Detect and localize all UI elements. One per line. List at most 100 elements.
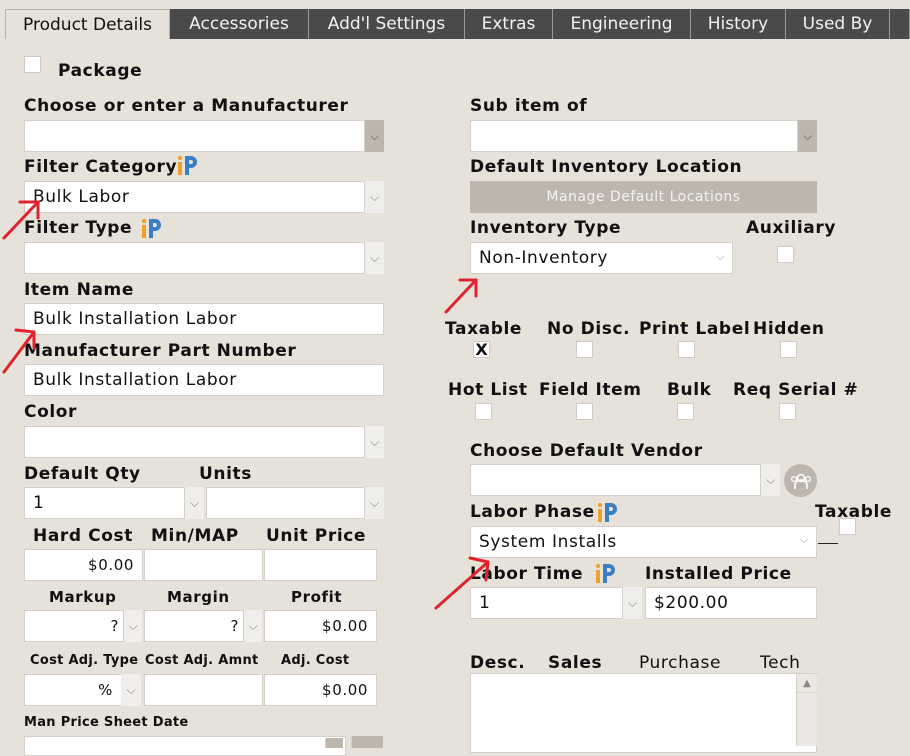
vendor-contacts-icon[interactable] (784, 464, 817, 497)
manufacturer-input[interactable] (24, 120, 366, 152)
filter-category-select[interactable]: Bulk Labor (24, 181, 366, 213)
bulk-check-label: Bulk (667, 380, 712, 400)
desc-tab-desc[interactable]: Desc. (470, 653, 525, 673)
taxable-checkbox[interactable]: X (473, 341, 490, 358)
markup-select[interactable]: ? (24, 610, 124, 642)
tab-addl-settings[interactable]: Add'l Settings (309, 9, 465, 39)
unit-price-input[interactable] (264, 549, 377, 581)
labor-time-dropdown-button[interactable]: ⌵ (622, 587, 642, 619)
ip-logo-icon (597, 502, 617, 522)
labor-phase-label: Labor Phase (470, 502, 595, 522)
default-inv-loc-label: Default Inventory Location (470, 157, 743, 177)
default-qty-label: Default Qty (24, 464, 141, 484)
margin-dropdown-button[interactable]: ⌵ (243, 610, 262, 642)
tab-overflow[interactable] (890, 9, 910, 39)
markup-label: Markup (49, 588, 117, 606)
color-label: Color (24, 402, 78, 422)
cost-adj-type-dropdown-button[interactable]: ⌵ (121, 674, 141, 706)
tab-history[interactable]: History (691, 9, 786, 39)
filter-type-label: Filter Type (24, 218, 133, 238)
mpn-input[interactable]: Bulk Installation Labor (24, 364, 384, 396)
no-disc-checkbox[interactable] (576, 341, 593, 358)
adj-cost-input[interactable]: $0.00 (264, 674, 377, 706)
clear-date-button[interactable] (351, 736, 383, 748)
textarea-scrollbar[interactable]: ▲ (796, 674, 817, 746)
ip-logo-icon (141, 218, 161, 238)
auxiliary-checkbox[interactable] (777, 246, 794, 263)
filter-type-select[interactable] (24, 242, 366, 274)
field-item-checkbox[interactable] (576, 403, 593, 420)
markup-dropdown-button[interactable]: ⌵ (123, 610, 142, 642)
tab-extras[interactable]: Extras (465, 9, 553, 39)
hard-cost-label: Hard Cost (33, 526, 133, 546)
filter-type-dropdown-button[interactable]: ⌵ (364, 242, 384, 274)
inventory-type-select[interactable]: Non-Inventory (470, 242, 733, 274)
cost-adj-amnt-label: Cost Adj. Amnt (145, 653, 259, 668)
minmap-label: Min/MAP (151, 526, 239, 546)
inventory-type-label: Inventory Type (470, 218, 622, 238)
cost-adj-amnt-input[interactable] (144, 674, 263, 706)
default-vendor-dropdown-button[interactable]: ⌵ (760, 464, 780, 496)
divider (818, 543, 838, 544)
minmap-input[interactable] (144, 549, 263, 581)
chevron-down-icon: ⌵ (716, 250, 725, 263)
tab-engineering[interactable]: Engineering (553, 9, 691, 39)
installed-price-label: Installed Price (645, 564, 792, 584)
color-dropdown-button[interactable]: ⌵ (364, 426, 384, 458)
default-qty-select[interactable]: 1 (24, 487, 186, 519)
taxable-check-label: Taxable (445, 319, 523, 339)
ip-logo-icon (595, 563, 615, 583)
tab-accessories[interactable]: Accessories (170, 9, 309, 39)
chevron-down-icon: ⌵ (800, 533, 809, 546)
req-serial-checkbox[interactable] (779, 403, 796, 420)
manufacturer-label: Choose or enter a Manufacturer (24, 96, 349, 116)
sub-item-label: Sub item of (470, 96, 588, 116)
field-item-check-label: Field Item (539, 380, 642, 400)
labor-phase-select[interactable]: System Installs (470, 526, 817, 558)
units-dropdown-button[interactable]: ⌵ (364, 487, 384, 519)
margin-select[interactable]: ? (144, 610, 244, 642)
sub-item-select[interactable] (470, 120, 798, 152)
profit-label: Profit (291, 588, 343, 606)
manufacturer-dropdown-button[interactable]: ⌵ (364, 120, 384, 152)
default-qty-dropdown-button[interactable]: ⌵ (184, 487, 204, 519)
hot-list-checkbox[interactable] (475, 403, 492, 420)
tab-bar: Product Details Accessories Add'l Settin… (0, 0, 910, 39)
mpn-label: Manufacturer Part Number (24, 341, 297, 361)
installed-price-input[interactable]: $200.00 (645, 587, 817, 619)
labor-time-select[interactable]: 1 (470, 587, 624, 619)
units-select[interactable] (206, 487, 366, 519)
annotation-arrow (444, 278, 478, 314)
item-name-input[interactable]: Bulk Installation Labor (24, 303, 384, 335)
units-label: Units (199, 464, 252, 484)
print-label-check-label: Print Label (639, 319, 751, 339)
hard-cost-input[interactable]: $0.00 (24, 549, 143, 581)
desc-tab-tech[interactable]: Tech (760, 653, 800, 673)
desc-tab-purchase[interactable]: Purchase (639, 653, 721, 673)
calendar-icon[interactable] (325, 738, 343, 748)
hot-list-check-label: Hot List (448, 380, 528, 400)
tab-product-details[interactable]: Product Details (5, 9, 170, 39)
tab-used-by[interactable]: Used By (786, 9, 890, 39)
scroll-up-arrow-icon[interactable]: ▲ (797, 674, 817, 693)
labor-taxable-checkbox[interactable] (839, 518, 856, 535)
ip-logo-icon (177, 155, 197, 175)
profit-input[interactable]: $0.00 (264, 610, 377, 642)
filter-category-dropdown-button[interactable]: ⌵ (364, 181, 384, 213)
description-textarea[interactable] (470, 673, 817, 753)
bulk-checkbox[interactable] (677, 403, 694, 420)
sub-item-dropdown-button[interactable]: ⌵ (797, 120, 817, 152)
adj-cost-label: Adj. Cost (281, 653, 350, 668)
print-label-checkbox[interactable] (678, 341, 695, 358)
manage-default-locations-button[interactable]: Manage Default Locations (470, 181, 817, 213)
color-select[interactable] (24, 426, 366, 458)
package-checkbox[interactable] (24, 56, 41, 73)
no-disc-check-label: No Disc. (547, 319, 631, 339)
man-price-sheet-date-input[interactable] (24, 736, 346, 756)
cost-adj-type-select[interactable]: % (24, 674, 122, 706)
desc-tab-sales[interactable]: Sales (548, 653, 602, 673)
package-label: Package (58, 61, 143, 81)
margin-label: Margin (167, 588, 230, 606)
default-vendor-select[interactable] (470, 464, 762, 496)
hidden-checkbox[interactable] (780, 341, 797, 358)
